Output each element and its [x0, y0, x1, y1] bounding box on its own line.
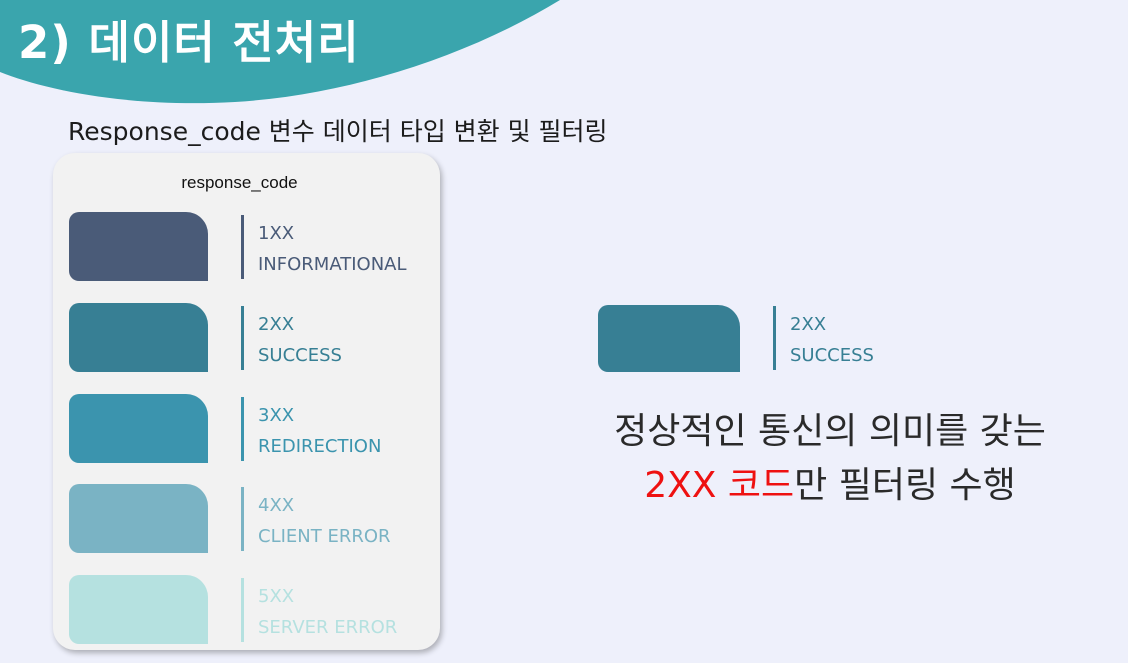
code-description: CLIENT ERROR	[258, 526, 391, 547]
divider-line	[241, 215, 244, 279]
code-description: INFORMATIONAL	[258, 254, 407, 275]
legend-header: response_code	[181, 173, 298, 192]
code-label: 2XX SUCCESS	[258, 309, 342, 371]
divider-line	[241, 487, 244, 551]
code-item-5xx: 5XX SERVER ERROR	[53, 575, 440, 645]
filter-description: 정상적인 통신의 의미를 갖는 2XX 코드만 필터링 수행	[560, 405, 1100, 513]
code-item-1xx: 1XX INFORMATIONAL	[53, 212, 440, 282]
code-label: 1XX INFORMATIONAL	[258, 218, 407, 280]
code-number: 2XX	[790, 314, 827, 335]
code-description: SERVER ERROR	[258, 617, 398, 638]
color-swatch	[69, 394, 208, 463]
code-item-3xx: 3XX REDIRECTION	[53, 394, 440, 464]
page-title: 2) 데이터 전처리	[18, 16, 360, 69]
divider-line	[241, 397, 244, 461]
code-number: 2XX	[258, 314, 295, 335]
section-subtitle: Response_code 변수 데이터 타입 변환 및 필터링	[68, 117, 608, 146]
code-number: 4XX	[258, 495, 295, 516]
code-label: 4XX CLIENT ERROR	[258, 490, 391, 552]
code-description: SUCCESS	[790, 345, 874, 366]
color-swatch	[69, 575, 208, 644]
code-number: 5XX	[258, 586, 295, 607]
code-label: 2XX SUCCESS	[790, 309, 874, 371]
code-item-4xx: 4XX CLIENT ERROR	[53, 484, 440, 554]
divider-line	[241, 578, 244, 642]
color-swatch	[69, 484, 208, 553]
code-label: 3XX REDIRECTION	[258, 400, 381, 462]
response-code-legend-card: response_code 1XX INFORMATIONAL 2XX SUCC…	[53, 153, 440, 650]
color-swatch	[69, 212, 208, 281]
code-description: REDIRECTION	[258, 436, 382, 457]
code-description: SUCCESS	[258, 345, 342, 366]
highlight-2xx-item: 2XX SUCCESS	[598, 305, 898, 375]
description-line-1: 정상적인 통신의 의미를 갖는	[614, 411, 1046, 452]
code-item-2xx: 2XX SUCCESS	[53, 303, 440, 373]
description-line-2-rest: 만 필터링 수행	[794, 465, 1016, 506]
code-label: 5XX SERVER ERROR	[258, 581, 397, 643]
code-number: 1XX	[258, 223, 295, 244]
divider-line	[773, 306, 776, 370]
divider-line	[241, 306, 244, 370]
description-line-2: 2XX 코드만 필터링 수행	[560, 459, 1100, 513]
color-swatch	[598, 305, 740, 372]
emphasis-text: 2XX 코드	[644, 465, 795, 506]
code-number: 3XX	[258, 405, 295, 426]
color-swatch	[69, 303, 208, 372]
